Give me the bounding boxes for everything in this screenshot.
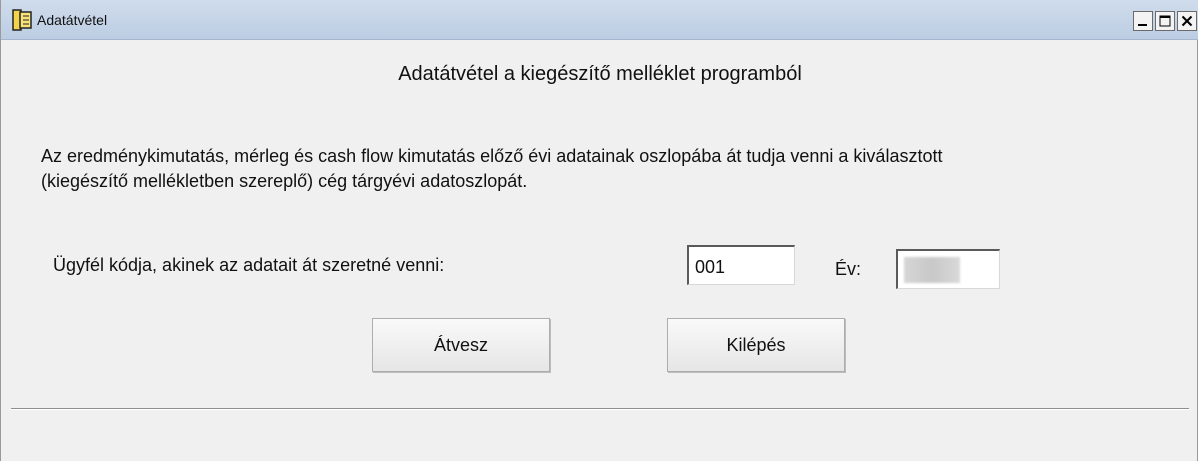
minimize-icon	[1138, 24, 1147, 26]
app-window: Adatátvétel Adatátvétel a kiegészítő mel…	[0, 0, 1198, 461]
take-over-button[interactable]: Átvesz	[372, 318, 550, 372]
divider	[11, 408, 1189, 410]
page-title: Adatátvétel a kiegészítő melléklet progr…	[398, 63, 802, 85]
description-line-1: Az eredménykimutatás, mérleg és cash flo…	[41, 146, 943, 166]
year-label: Év:	[835, 259, 862, 279]
title-bar[interactable]: Adatátvétel	[1, 0, 1198, 40]
exit-button[interactable]: Kilépés	[667, 318, 845, 372]
window-controls	[1133, 11, 1197, 31]
description-text: Az eredménykimutatás, mérleg és cash flo…	[41, 144, 1191, 194]
window-title: Adatátvétel	[37, 12, 108, 28]
maximize-icon	[1159, 15, 1171, 27]
year-input[interactable]	[896, 249, 1000, 289]
year-value-redacted	[904, 257, 960, 283]
close-button[interactable]	[1177, 11, 1197, 31]
minimize-button[interactable]	[1133, 11, 1153, 31]
description-line-2: (kiegészítő mellékletben szereplő) cég t…	[41, 171, 528, 191]
close-icon	[1181, 15, 1193, 27]
app-icon	[11, 8, 33, 32]
maximize-button[interactable]	[1155, 11, 1175, 31]
client-code-label: Ügyfél kódja, akinek az adatait át szere…	[53, 255, 445, 275]
client-code-input[interactable]	[687, 245, 795, 285]
